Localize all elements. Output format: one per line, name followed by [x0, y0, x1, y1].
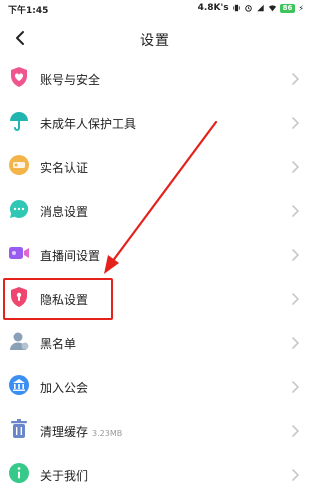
- chevron-right-icon: [292, 381, 300, 393]
- cache-size: 3.23MB: [92, 429, 123, 438]
- settings-item-label: 关于我们: [40, 469, 89, 483]
- umbrella-icon: [8, 110, 30, 132]
- settings-item-about[interactable]: 关于我们: [0, 454, 310, 498]
- settings-item-label: 未成年人保护工具: [40, 117, 137, 131]
- settings-item-label: 消息设置: [40, 205, 89, 219]
- chevron-right-icon: [292, 73, 300, 85]
- signal-icon: [256, 4, 264, 12]
- video-camera-icon: [8, 242, 30, 264]
- user-block-icon: [8, 330, 30, 352]
- settings-item-label: 账号与安全: [40, 73, 101, 87]
- trash-icon: [8, 418, 30, 440]
- charging-icon: ⚡: [298, 3, 304, 13]
- page-title: 设置: [140, 33, 170, 49]
- settings-item-account[interactable]: 账号与安全: [0, 58, 310, 102]
- settings-item-minor-protection[interactable]: 未成年人保护工具: [0, 102, 310, 146]
- network-speed: 4.8K's: [197, 3, 229, 13]
- settings-item-join-guild[interactable]: 加入公会: [0, 366, 310, 410]
- chevron-right-icon: [292, 249, 300, 261]
- status-bar: 下午1:45 4.8K's 86 ⚡: [0, 0, 310, 18]
- settings-item-real-name[interactable]: 实名认证: [0, 146, 310, 190]
- settings-item-label: 黑名单: [40, 337, 77, 351]
- chevron-right-icon: [292, 293, 300, 305]
- chevron-right-icon: [292, 469, 300, 481]
- privacy-highlight-box: [3, 278, 113, 320]
- settings-item-label: 加入公会: [40, 381, 89, 395]
- nav-bar: 设置: [0, 18, 310, 62]
- chevron-right-icon: [292, 205, 300, 217]
- status-icons: 4.8K's 86 ⚡: [198, 3, 304, 13]
- status-time: 下午1:45: [8, 6, 49, 16]
- settings-item-blacklist[interactable]: 黑名单: [0, 322, 310, 366]
- bank-icon: [8, 374, 30, 396]
- settings-item-message[interactable]: 消息设置: [0, 190, 310, 234]
- id-badge-icon: [8, 154, 30, 176]
- chevron-right-icon: [292, 161, 300, 173]
- chevron-right-icon: [292, 117, 300, 129]
- battery-badge: 86: [279, 3, 296, 13]
- shield-heart-icon: [8, 66, 30, 88]
- chevron-right-icon: [292, 337, 300, 349]
- settings-item-clear-cache[interactable]: 清理缓存 3.23MB: [0, 410, 310, 454]
- settings-item-live-room[interactable]: 直播间设置: [0, 234, 310, 278]
- cache-label-text: 清理缓存: [40, 425, 89, 439]
- vibrate-icon: [232, 4, 240, 12]
- settings-item-label: 直播间设置: [40, 249, 101, 263]
- chevron-right-icon: [292, 425, 300, 437]
- settings-item-label: 清理缓存 3.23MB: [40, 423, 122, 440]
- wifi-icon: [268, 5, 276, 12]
- alarm-icon: [244, 5, 252, 12]
- settings-item-label: 实名认证: [40, 161, 89, 175]
- chat-bubble-icon: [8, 198, 30, 220]
- info-icon: [8, 462, 30, 484]
